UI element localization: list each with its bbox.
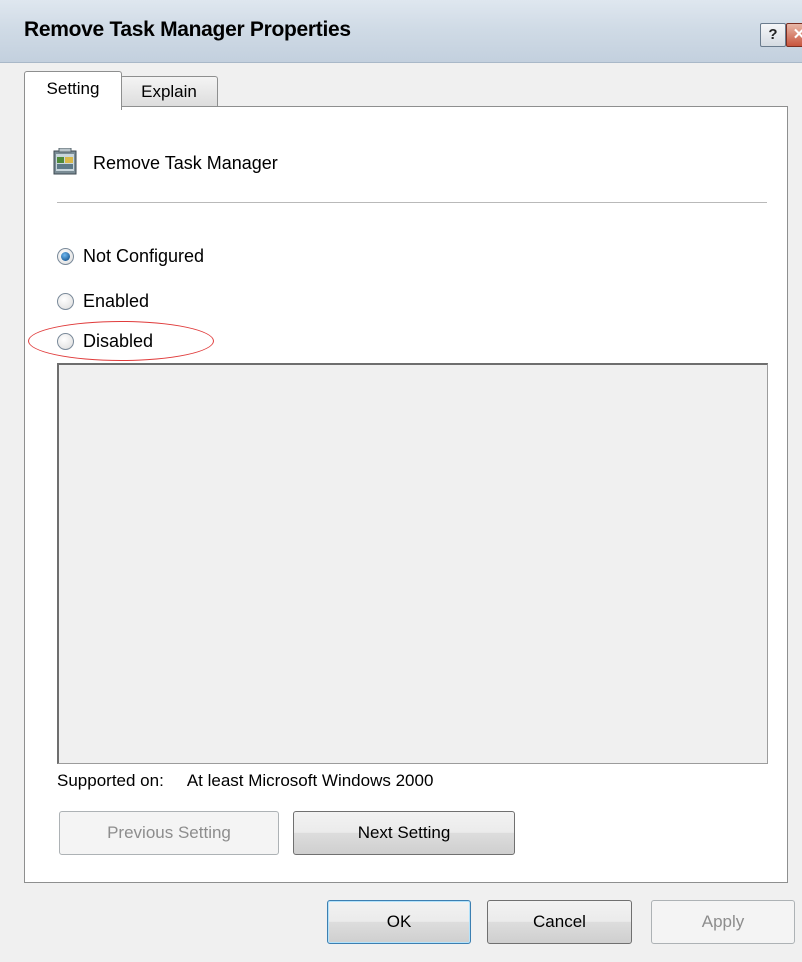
close-button[interactable]: ✕ [786,23,802,47]
apply-button[interactable]: Apply [651,900,795,944]
cancel-button[interactable]: Cancel [487,900,632,944]
supported-on: Supported on: At least Microsoft Windows … [57,771,433,791]
ok-button[interactable]: OK [327,900,471,944]
policy-name: Remove Task Manager [93,153,278,173]
radio-not-configured[interactable]: Not Configured [57,244,204,268]
setting-panel: Remove Task Manager Not Configured Enabl… [24,106,788,883]
radio-enabled[interactable]: Enabled [57,289,149,313]
radio-indicator[interactable] [57,247,74,265]
supported-on-label: Supported on: [57,771,164,790]
next-setting-button[interactable]: Next Setting [293,811,515,855]
window-title: Remove Task Manager Properties [24,18,351,41]
highlight-ellipse [28,321,214,361]
previous-setting-button[interactable]: Previous Setting [59,811,279,855]
supported-on-value: At least Microsoft Windows 2000 [186,771,434,790]
policy-setting-icon [53,147,77,176]
radio-indicator[interactable] [57,292,74,310]
radio-label: Not Configured [83,245,205,266]
tab-setting[interactable]: Setting [24,71,122,110]
radio-label: Enabled [83,290,150,311]
help-button[interactable]: ? [760,23,786,47]
separator [57,202,767,203]
tab-explain[interactable]: Explain [120,76,218,107]
options-area [57,363,768,764]
title-bar[interactable]: Remove Task Manager Properties ? ✕ [0,0,802,63]
